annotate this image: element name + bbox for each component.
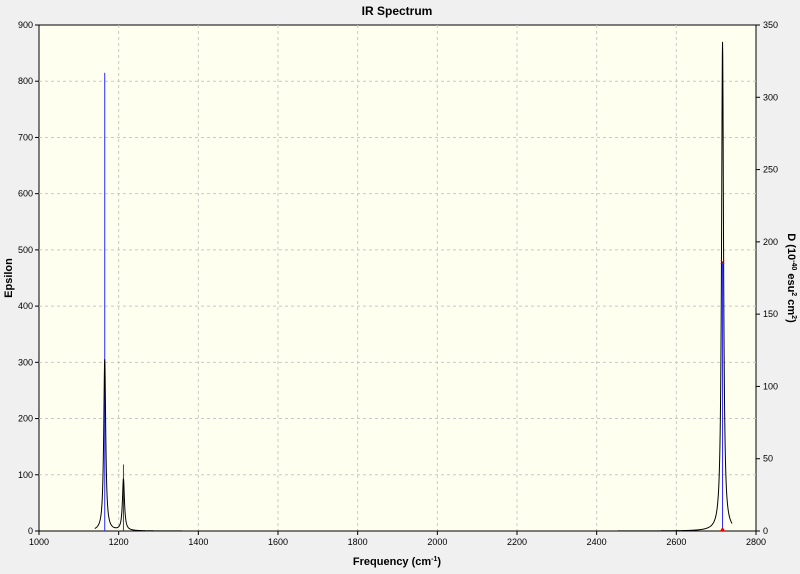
ir-spectrum-window: 1000 1200 1400 1600 1800 2000 2200 2400 2600 2800… (0, 0, 800, 569)
y-left-tick-label: 600 (18, 189, 33, 199)
y-right-tick-label: 350 (763, 20, 778, 30)
y-right-tick-label: 250 (763, 165, 778, 175)
x-axis-ticks: 1000 1200 1400 1600 1800 2000 2200 2400 2600 2800 (29, 531, 766, 547)
chart-title: IR Spectrum (362, 4, 433, 18)
x-tick-label: 1000 (29, 537, 49, 547)
x-tick-label: 1600 (268, 537, 288, 547)
y-left-tick-label: 400 (18, 301, 33, 311)
y-left-tick-label: 0 (28, 526, 33, 536)
y-left-tick-label: 700 (18, 132, 33, 142)
ir-spectrum-chart: 1000 1200 1400 1600 1800 2000 2200 2400 2600 2800… (3, 4, 797, 568)
y-right-axis-label: D (10-40 esu2 cm2) (785, 233, 797, 323)
y-left-tick-label: 500 (18, 245, 33, 255)
x-tick-label: 2000 (427, 537, 447, 547)
y-right-tick-label: 300 (763, 92, 778, 102)
y-left-tick-label: 900 (18, 20, 33, 30)
x-tick-label: 1200 (109, 537, 129, 547)
marker-cross: × (720, 257, 725, 267)
x-axis-label: Frequency (cm-1) (353, 556, 441, 568)
y-left-tick-label: 100 (18, 470, 33, 480)
y-left-tick-label: 200 (18, 414, 33, 424)
y-right-tick-label: 0 (763, 526, 768, 536)
y-right-axis-ticks: 0 50 100 150 200 250 300 350 (756, 20, 778, 536)
x-tick-label: 2600 (666, 537, 686, 547)
y-right-tick-label: 150 (763, 309, 778, 319)
y-left-axis-ticks: 0 100 200 300 400 500 600 700 800 900 (18, 20, 39, 536)
x-tick-label: 2400 (587, 537, 607, 547)
plot-area (38, 24, 757, 532)
x-tick-label: 1800 (348, 537, 368, 547)
y-right-tick-label: 100 (763, 381, 778, 391)
y-left-axis-label: Epsilon (3, 258, 15, 298)
x-tick-label: 2800 (746, 537, 766, 547)
y-left-tick-label: 800 (18, 76, 33, 86)
x-tick-label: 2200 (507, 537, 527, 547)
y-right-tick-label: 50 (763, 454, 773, 464)
y-right-tick-label: 200 (763, 237, 778, 247)
x-tick-label: 1400 (188, 537, 208, 547)
y-left-tick-label: 300 (18, 357, 33, 367)
